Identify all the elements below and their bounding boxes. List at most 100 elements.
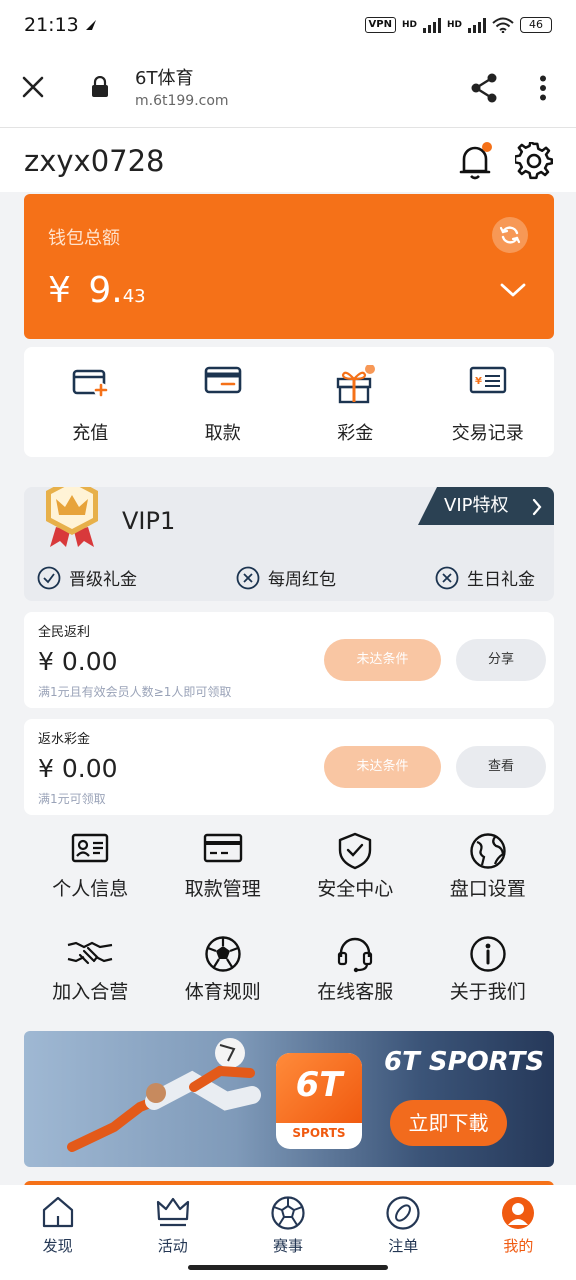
card-note: 满1元且有效会员人数≥1人即可领取 xyxy=(38,685,232,699)
amount-decimal: 43 xyxy=(122,286,146,307)
app-logo: 6T SPORTS xyxy=(276,1053,362,1149)
vip-card: VIP1 VIP特权 晋级礼金 每周红包 生日礼金 xyxy=(24,487,554,601)
quick-action-withdraw[interactable]: 取款 xyxy=(157,347,290,457)
id-card-icon xyxy=(72,833,109,863)
wallet-label: 钱包总额 xyxy=(48,228,120,249)
quick-action-label: 彩金 xyxy=(337,423,374,444)
vip-perk-label: 晋级礼金 xyxy=(69,570,137,590)
settings-gear-icon[interactable] xyxy=(515,142,553,180)
quick-action-deposit[interactable]: 充值 xyxy=(24,347,157,457)
globe-icon xyxy=(470,833,506,869)
clock: 21:13 xyxy=(24,14,79,36)
tab-discover[interactable]: 发现 xyxy=(0,1185,115,1280)
vip-badge-icon xyxy=(46,487,98,547)
hd-label-1: HD xyxy=(401,20,417,30)
ticket-icon xyxy=(386,1196,420,1230)
menu-row: 个人信息 取款管理 安全中心 盘口设置 xyxy=(24,822,554,922)
refresh-icon xyxy=(499,226,521,244)
quick-action-label: 交易记录 xyxy=(451,423,524,444)
condition-not-met-button[interactable]: 未达条件 xyxy=(324,746,441,788)
status-bar: 21:13 VPN HD HD 46 xyxy=(0,0,576,50)
refresh-button[interactable] xyxy=(492,217,528,253)
menu-item-security-center[interactable]: 安全中心 xyxy=(289,822,422,922)
menu-label: 关于我们 xyxy=(449,981,526,1003)
svg-text:¥: ¥ xyxy=(475,376,482,387)
view-button[interactable]: 查看 xyxy=(456,746,546,788)
card-title: 返水彩金 xyxy=(38,732,91,747)
menu-label: 个人信息 xyxy=(52,878,129,900)
menu-item-online-support[interactable]: 在线客服 xyxy=(289,925,422,1025)
vip-perk: 晋级礼金 xyxy=(37,565,137,590)
menu-label: 安全中心 xyxy=(317,878,394,900)
quick-action-label: 取款 xyxy=(204,423,241,444)
cross-circle-icon xyxy=(435,566,459,589)
share-icon[interactable] xyxy=(470,73,498,103)
menu-row: 加入合营 体育规则 在线客服 关于我们 xyxy=(24,925,554,1025)
menu-item-withdraw-management[interactable]: 取款管理 xyxy=(157,822,290,922)
check-circle-icon xyxy=(37,566,61,589)
wifi-icon xyxy=(492,17,514,33)
cross-circle-icon xyxy=(236,566,260,589)
browser-toolbar: 6T体育 m.6t199.com xyxy=(0,50,576,128)
close-icon[interactable] xyxy=(22,76,44,98)
info-icon xyxy=(470,936,506,972)
menu-item-sports-rules[interactable]: 体育规则 xyxy=(157,925,290,1025)
condition-not-met-button[interactable]: 未达条件 xyxy=(324,639,441,681)
quick-action-bonus[interactable]: 彩金 xyxy=(289,347,422,457)
download-button[interactable]: 立即下載 xyxy=(390,1100,507,1146)
tab-label: 赛事 xyxy=(273,1237,304,1255)
vip-privilege-label: VIP特权 xyxy=(444,495,509,516)
tab-label: 发现 xyxy=(42,1237,73,1255)
soccer-ball-icon xyxy=(271,1196,305,1230)
user-header: zxyx0728 xyxy=(0,128,576,192)
headset-icon xyxy=(338,937,373,973)
tab-mine[interactable]: 我的 xyxy=(461,1185,576,1280)
page-url[interactable]: m.6t199.com xyxy=(135,93,229,109)
vip-perk: 每周红包 xyxy=(236,565,336,590)
wallet-card: 钱包总额 ¥ 9.43 xyxy=(24,194,554,339)
page-title: 6T体育 xyxy=(135,68,194,89)
lock-icon xyxy=(92,76,108,97)
home-indicator[interactable] xyxy=(188,1265,388,1270)
amount-integer: 9. xyxy=(88,270,123,311)
chevron-right-icon xyxy=(532,498,542,516)
chevron-down-icon[interactable] xyxy=(500,282,526,298)
more-vert-icon[interactable] xyxy=(539,75,547,101)
menu-item-join-partnership[interactable]: 加入合营 xyxy=(24,925,157,1025)
card-note: 满1元可领取 xyxy=(38,792,106,806)
wallet-amount: ¥ 9.43 xyxy=(48,270,146,311)
signal-icon-2 xyxy=(468,17,486,33)
shield-icon xyxy=(339,832,372,870)
app-logo-mark: 6T xyxy=(295,1065,343,1105)
vip-perk: 生日礼金 xyxy=(435,565,535,590)
vip-perk-label: 每周红包 xyxy=(268,570,336,590)
soccer-ball-icon xyxy=(205,936,241,972)
quick-action-transactions[interactable]: ¥ 交易记录 xyxy=(422,347,555,457)
currency-symbol: ¥ xyxy=(48,270,71,311)
vpn-badge: VPN xyxy=(364,17,396,33)
download-banner[interactable]: 6T SPORTS 6T SPORTS 立即下載 xyxy=(24,1031,554,1167)
crown-icon xyxy=(156,1197,189,1227)
vip-perk-label: 生日礼金 xyxy=(467,570,535,590)
share-button[interactable]: 分享 xyxy=(456,639,546,681)
card-icon xyxy=(204,366,242,394)
soccer-player-illustration xyxy=(67,1038,261,1152)
signal-icon xyxy=(422,17,441,33)
menu-label: 体育规则 xyxy=(184,981,261,1003)
wallet-plus-icon xyxy=(72,369,109,397)
app-logo-text: SPORTS xyxy=(292,1126,346,1140)
tab-label: 活动 xyxy=(157,1237,188,1255)
gift-icon xyxy=(337,365,376,404)
hd-label-2: HD xyxy=(446,20,462,30)
banner-brand: 6T SPORTS xyxy=(384,1047,545,1077)
menu-item-about-us[interactable]: 关于我们 xyxy=(422,925,555,1025)
vip-privilege-button[interactable]: VIP特权 xyxy=(418,487,554,525)
menu-item-profile[interactable]: 个人信息 xyxy=(24,822,157,922)
bell-icon[interactable] xyxy=(458,141,494,181)
menu-label: 加入合营 xyxy=(52,981,129,1003)
menu-item-odds-settings[interactable]: 盘口设置 xyxy=(422,822,555,922)
quick-actions: 充值 取款 彩金 ¥ 交易记录 xyxy=(24,347,554,457)
menu-label: 在线客服 xyxy=(317,981,394,1003)
receipt-icon: ¥ xyxy=(469,366,506,394)
home-icon xyxy=(42,1196,73,1228)
